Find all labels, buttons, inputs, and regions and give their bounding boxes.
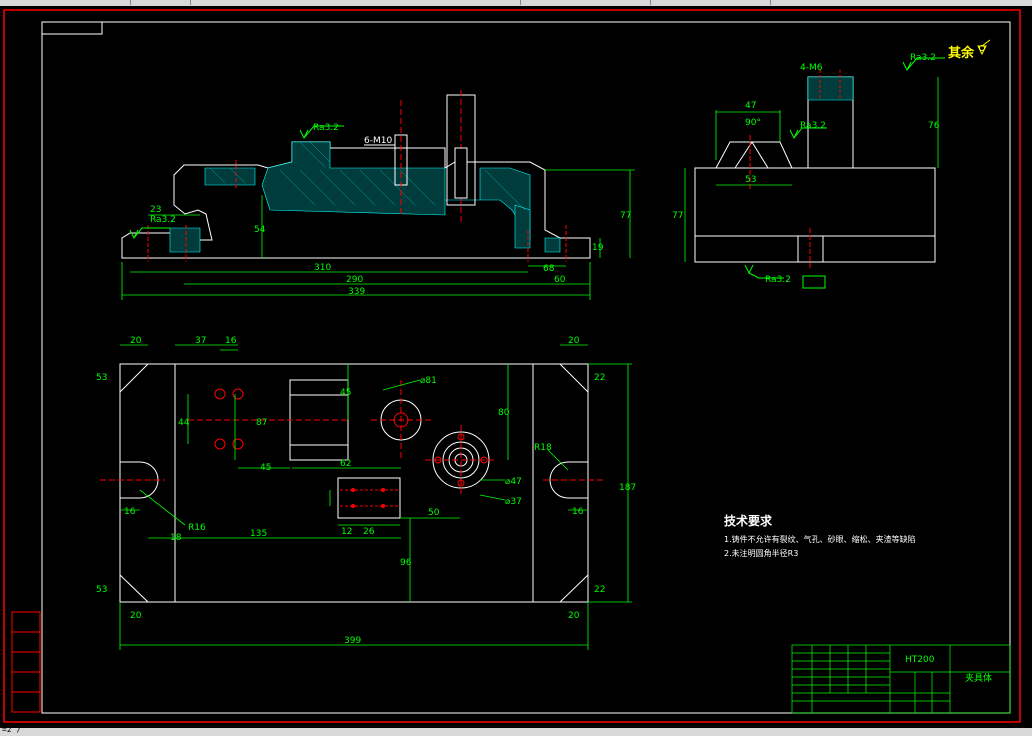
svg-text:Ra3.2: Ra3.2	[313, 123, 339, 133]
drawing-canvas[interactable]: 其余 310 290 339 60 68 23 54 77 19 6-M10 R…	[0, 6, 1032, 728]
material-label: HT200	[905, 655, 935, 665]
dim-12: 12	[341, 527, 352, 537]
cad-drawing: 其余 310 290 339 60 68 23 54 77 19 6-M10 R…	[3, 9, 1021, 723]
dim-16: 16	[572, 507, 584, 517]
part-name: 夹具体	[965, 672, 992, 684]
dim-54: 54	[254, 225, 266, 235]
dim-50: 50	[428, 508, 440, 518]
dim-187: 187	[619, 483, 636, 493]
dim-96: 96	[400, 558, 412, 568]
dim-23: 23	[150, 205, 161, 215]
dim-80: 80	[498, 408, 510, 418]
dim-20: 20	[130, 611, 142, 621]
dim-22: 22	[594, 585, 605, 595]
toolbar-tab[interactable]	[520, 0, 651, 5]
dim-18: 18	[170, 533, 182, 543]
dim-310: 310	[314, 263, 331, 273]
dim-dia-81: ⌀81	[420, 376, 437, 386]
front-view: 310 290 339 60 68 23 54 77 19 6-M10 Ra3.…	[121, 90, 635, 300]
dim-68: 68	[543, 264, 555, 274]
roughness-symbol: Ra3.2	[744, 264, 791, 285]
plan-view: 20 37 16 20 53 22 44 45 87 ⌀81 80 45 62 …	[96, 336, 636, 650]
dim-399: 399	[344, 636, 361, 646]
dim-47: 47	[745, 101, 756, 111]
dim-20: 20	[568, 611, 580, 621]
dim-53: 53	[96, 585, 107, 595]
technical-requirements: 技术要求 1.铸件不允许有裂纹、气孔、砂眼、缩松、夹渣等缺陷 2.未注明圆角半径…	[724, 513, 916, 558]
roughness-symbol: Ra3.2	[129, 215, 176, 240]
tech-title: 技术要求	[724, 513, 773, 528]
dim-20: 20	[130, 336, 142, 346]
dim-87: 87	[256, 418, 267, 428]
dim-53: 53	[745, 175, 756, 185]
dim-45: 45	[260, 463, 271, 473]
dim-76: 76	[928, 121, 940, 131]
outer-border	[3, 9, 1021, 723]
dim-22: 22	[594, 373, 605, 383]
dim-16: 16	[124, 507, 136, 517]
dim-dia-47: ⌀47	[505, 477, 522, 487]
svg-text:Ra3.2: Ra3.2	[150, 215, 176, 225]
svg-text:Ra3.2: Ra3.2	[800, 121, 826, 131]
dim-37: 37	[195, 336, 206, 346]
corner-label-box	[41, 21, 103, 35]
dim-77: 77	[672, 211, 683, 221]
command-text: =2 /	[2, 725, 22, 734]
inner-border	[41, 21, 1011, 714]
general-roughness-note: 其余	[948, 39, 991, 61]
dim-r16: R16	[188, 523, 206, 533]
roughness-symbol: Ra3.2	[299, 123, 344, 140]
command-line[interactable]: =2 /	[0, 725, 1032, 736]
side-view: 47 90° 53 77 76 4-M6 Ra3.2 Ra3.2 Ra3.2	[672, 53, 945, 289]
toolbar-tab[interactable]	[0, 0, 131, 5]
dim-dia-37: ⌀37	[505, 497, 522, 507]
dim-r18: R18	[534, 443, 552, 453]
dim-53: 53	[96, 373, 107, 383]
dim-45: 45	[340, 388, 351, 398]
svg-text:Ra3.2: Ra3.2	[910, 53, 936, 63]
toolbar-tab[interactable]	[130, 0, 191, 5]
dim-62: 62	[340, 459, 351, 469]
dim-19: 19	[592, 243, 604, 253]
dim-77: 77	[620, 211, 631, 221]
dim-339: 339	[348, 287, 365, 297]
dim-26: 26	[363, 527, 375, 537]
toolbar-tab[interactable]	[190, 0, 521, 5]
dim-44: 44	[178, 418, 190, 428]
roughness-symbol: Ra3.2	[902, 53, 945, 72]
tech-line-2: 2.未注明圆角半径R3	[724, 548, 798, 558]
dim-20: 20	[568, 336, 580, 346]
callout-4-m6: 4-M6	[800, 63, 823, 73]
toolbar-tab[interactable]	[650, 0, 771, 5]
dim-135: 135	[250, 529, 267, 539]
svg-text:Ra3.2: Ra3.2	[765, 275, 791, 285]
left-revision-table	[11, 611, 41, 713]
dim-90-deg: 90°	[745, 118, 761, 128]
dim-60: 60	[554, 275, 566, 285]
other-surfaces-note: 其余	[948, 45, 975, 61]
tech-line-1: 1.铸件不允许有裂纹、气孔、砂眼、缩松、夹渣等缺陷	[724, 534, 916, 544]
dim-16: 16	[225, 336, 237, 346]
dim-290: 290	[346, 275, 363, 285]
